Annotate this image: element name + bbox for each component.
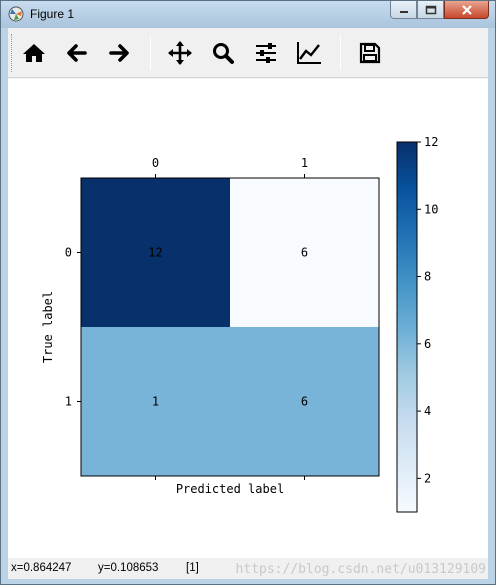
x-tick-label: 0 <box>152 156 159 170</box>
navigation-toolbar <box>8 28 488 78</box>
pan-icon <box>168 41 192 65</box>
status-bar: x=0.864247 y=0.108653 [1] https://blog.c… <box>8 558 488 579</box>
zoom-icon <box>213 43 234 64</box>
window-controls <box>390 1 489 20</box>
maximize-button[interactable] <box>417 1 444 19</box>
colorbar-tick-label: 6 <box>424 337 431 351</box>
y-axis-label: True label <box>41 291 55 363</box>
y-tick-label: 0 <box>65 246 72 260</box>
subplots-icon <box>256 43 276 63</box>
colorbar-tick-label: 2 <box>424 471 431 485</box>
cell-value-label: 6 <box>301 246 308 260</box>
cursor-y-readout: y=0.108653 <box>98 562 159 574</box>
window-title: Figure 1 <box>30 7 75 21</box>
colorbar-tick-label: 12 <box>424 135 438 149</box>
edit-axes-button[interactable] <box>292 36 326 70</box>
maximize-icon <box>425 5 436 14</box>
colorbar <box>396 141 418 513</box>
save-button[interactable] <box>353 36 387 70</box>
back-button[interactable] <box>60 36 94 70</box>
back-arrow-icon <box>67 44 87 62</box>
minimize-icon <box>399 10 408 13</box>
close-icon <box>461 4 472 15</box>
cursor-x-readout: x=0.864247 <box>11 562 72 574</box>
x-tick-label: 1 <box>301 156 308 170</box>
colorbar-tick-label: 8 <box>424 270 431 284</box>
toolbar-separator <box>340 36 341 70</box>
toolbar-separator <box>150 36 151 70</box>
cell-value-label: 6 <box>301 395 308 409</box>
save-icon <box>359 42 381 64</box>
minimize-button[interactable] <box>390 1 417 19</box>
edit-axes-icon <box>297 42 321 64</box>
close-button[interactable] <box>444 1 489 19</box>
figure-window: Figure 1 12 6 1 6 0 1 0 1 Predicted labe… <box>0 0 496 585</box>
colorbar-tick-label: 10 <box>424 202 438 216</box>
pan-button[interactable] <box>163 36 197 70</box>
cell-value-label: 1 <box>152 395 159 409</box>
watermark-text: https://blog.csdn.net/u013129109 <box>235 562 486 577</box>
title-bar[interactable]: Figure 1 <box>1 1 495 28</box>
confusion-matrix-chart: 12 61 60 101Predicted labelTrue label246810… <box>41 135 438 513</box>
home-button[interactable] <box>17 36 51 70</box>
forward-arrow-icon <box>109 44 129 62</box>
figure-canvas[interactable]: 12 6 1 6 0 1 0 1 Predicted label True label 2 4 6 8 10… <box>8 79 488 558</box>
zoom-button[interactable] <box>206 36 240 70</box>
forward-button[interactable] <box>102 36 136 70</box>
toolbar-grip[interactable] <box>11 34 15 72</box>
matplotlib-icon <box>8 6 24 22</box>
figure-client-area: 12 6 1 6 0 1 0 1 Predicted label True label 2 4 6 8 10… <box>8 28 488 579</box>
home-icon <box>23 44 45 62</box>
colorbar-tick-label: 4 <box>424 404 431 418</box>
subplots-button[interactable] <box>249 36 283 70</box>
cell-value-label: 12 <box>148 246 162 260</box>
y-tick-label: 1 <box>65 395 72 409</box>
x-axis-label: Predicted label <box>176 482 284 496</box>
cursor-value-readout: [1] <box>186 562 199 574</box>
